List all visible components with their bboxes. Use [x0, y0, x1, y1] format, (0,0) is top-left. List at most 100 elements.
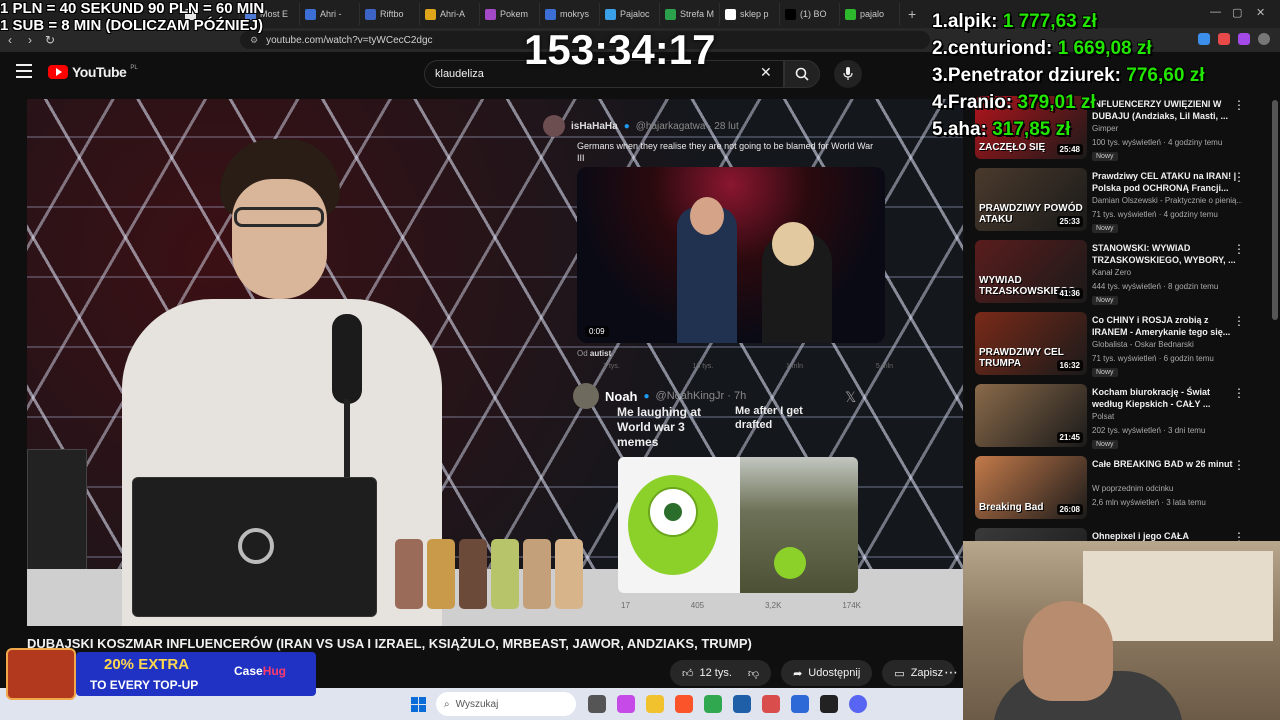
new-tab-icon[interactable]: +	[908, 6, 916, 22]
extension-icon[interactable]	[1238, 33, 1250, 45]
more-options-icon[interactable]: ⋮	[1233, 458, 1245, 472]
task-view-icon[interactable]	[588, 695, 606, 713]
video-title[interactable]: STANOWSKI: WYWIAD TRZASKOWSKIEGO, WYBORY…	[1092, 242, 1242, 266]
video-meta: 202 tys. wyświetleń · 3 dni temu	[1092, 426, 1206, 435]
reload-icon[interactable]: ↻	[40, 33, 60, 47]
windows-start-icon[interactable]	[411, 697, 426, 712]
more-options-icon[interactable]: ⋮	[1233, 98, 1245, 112]
microphone-icon	[843, 67, 853, 80]
leaderboard-row: 3.Penetrator dziurek: 776,60 zł	[932, 62, 1204, 89]
channel-name[interactable]: Globalista - Oskar Bednarski	[1092, 340, 1242, 349]
video-thumbnail[interactable]: PRAWDZIWY CEL TRUMPA 16:32	[975, 312, 1087, 375]
search-value: klaudeliza	[435, 68, 484, 80]
clear-search-icon[interactable]: ✕	[760, 64, 772, 81]
tab-favicon-icon	[785, 8, 796, 20]
browser-tab[interactable]: Strefa M	[660, 3, 720, 25]
app-icon[interactable]	[762, 695, 780, 713]
video-thumbnail[interactable]: Breaking Bad 26:08	[975, 456, 1087, 519]
browser-tab[interactable]: sklep p	[720, 3, 780, 25]
like-button[interactable]: 👍︎ 12 tys. 👎︎	[670, 660, 772, 686]
channel-name[interactable]: Kanał Zero	[1092, 268, 1242, 277]
meme-panel-left	[618, 457, 740, 593]
reply-count: 17	[621, 601, 630, 610]
video-title[interactable]: Całe BREAKING BAD w 26 minut	[1092, 458, 1242, 470]
leaderboard-name: Penetrator dziurek:	[947, 65, 1122, 86]
app-icon[interactable]	[791, 695, 809, 713]
discord-icon[interactable]	[849, 695, 867, 713]
extension-icon[interactable]	[1218, 33, 1230, 45]
new-badge: Nowy	[1092, 296, 1118, 305]
browser-tab[interactable]: Ahri-A	[420, 3, 480, 25]
leaderboard-row: 1.alpik: 1 777,63 zł	[932, 8, 1204, 35]
leaderboard-amount: 379,01 zł	[1017, 92, 1096, 113]
browser-tab[interactable]: pajalo	[840, 3, 900, 25]
file-explorer-icon[interactable]	[646, 695, 664, 713]
bookmark-icon: ▭	[894, 667, 905, 680]
channel-name[interactable]: Polsat	[1092, 412, 1242, 421]
scrollbar[interactable]	[1272, 100, 1278, 320]
person-head	[1023, 601, 1113, 701]
taskbar-search[interactable]: ⌕ Wyszukaj	[436, 692, 576, 716]
maximize-icon[interactable]: ▢	[1232, 6, 1242, 19]
video-player[interactable]: isHaHaHa ● @hajarkagatwa · 28 lut German…	[27, 99, 963, 626]
channel-name[interactable]: W poprzednim odcinku	[1092, 484, 1242, 493]
menu-icon[interactable]	[16, 64, 32, 78]
site-info-icon[interactable]: ⚙	[250, 35, 258, 46]
search-button[interactable]	[784, 60, 820, 88]
more-options-icon[interactable]: ⋯	[944, 664, 958, 681]
obs-icon[interactable]	[820, 695, 838, 713]
profile-icon[interactable]	[1258, 33, 1270, 45]
copilot-icon[interactable]	[617, 695, 635, 713]
browser-tab[interactable]: (1) BO	[780, 3, 840, 25]
back-icon[interactable]: ‹	[0, 33, 20, 47]
video-thumbnail[interactable]: WYWIAD TRZASKOWSKIEGO 41:36	[975, 240, 1087, 303]
video-title[interactable]: Co CHINY i ROSJA zrobią z IRANEM - Amery…	[1092, 314, 1242, 338]
store-icon[interactable]	[733, 695, 751, 713]
tab-favicon-icon	[365, 8, 376, 20]
video-thumbnail[interactable]: PRAWDZIWY POWÓD ATAKU 25:33	[975, 168, 1087, 231]
recommended-video[interactable]: 21:45 Kocham biurokrację - Świat według K…	[975, 384, 1265, 452]
browser-tab[interactable]: Riftbo	[360, 3, 420, 25]
casehug-ad-banner: 20% EXTRA TO EVERY TOP-UP CaseHug	[6, 648, 316, 700]
video-meta: 444 tys. wyświetleń · 8 godzin temu	[1092, 282, 1219, 291]
recommended-video[interactable]: Breaking Bad 26:08 Całe BREAKING BAD w 26 …	[975, 456, 1265, 524]
browser-tab[interactable]: Pajaloc	[600, 3, 660, 25]
tweet-actions: 1 tys. 13 tys. 1 mln 5 mln	[603, 363, 893, 377]
like-count: 1 mln	[785, 363, 804, 370]
forward-icon[interactable]: ›	[20, 33, 40, 47]
recommended-video[interactable]: PRAWDZIWY CEL TRUMPA 16:32 Co CHINY i ROSJ…	[975, 312, 1265, 380]
meme-image	[618, 457, 858, 593]
recommended-video[interactable]: PRAWDZIWY POWÓD ATAKU 25:33 Prawdziwy CEL …	[975, 168, 1265, 236]
voice-search-button[interactable]	[834, 60, 862, 88]
thumbs-down-icon[interactable]: 👎︎	[748, 667, 759, 680]
brand-part: Case	[234, 664, 263, 678]
ad-body: 20% EXTRA TO EVERY TOP-UP CaseHug	[76, 652, 316, 696]
chrome-icon[interactable]	[704, 695, 722, 713]
tweet-card: Noah ● @NoahKingJr · 7h 𝕏 Me laughing at…	[573, 383, 873, 623]
video-thumbnail[interactable]: 21:45	[975, 384, 1087, 447]
share-icon: ➦	[793, 667, 803, 680]
leaderboard-name: Franio:	[947, 92, 1013, 113]
brave-icon[interactable]	[675, 695, 693, 713]
tab-favicon-icon	[485, 8, 496, 20]
close-window-icon[interactable]: ✕	[1256, 6, 1265, 19]
youtube-logo[interactable]: YouTube PL	[48, 64, 138, 80]
more-options-icon[interactable]: ⋮	[1233, 314, 1245, 328]
browser-tab[interactable]: Ahri -	[300, 3, 360, 25]
browser-tab[interactable]: mokrys	[540, 3, 600, 25]
taskbar-search-placeholder: Wyszukaj	[455, 698, 499, 710]
video-title[interactable]: Prawdziwy CEL ATAKU na IRAN! | Polska po…	[1092, 170, 1242, 194]
more-options-icon[interactable]: ⋮	[1233, 242, 1245, 256]
minimize-icon[interactable]: —	[1210, 6, 1221, 18]
video-title[interactable]: Kocham biurokrację - Świat według Kiepsk…	[1092, 386, 1242, 410]
thumbs-up-icon: 👍︎	[682, 667, 694, 680]
more-options-icon[interactable]: ⋮	[1233, 386, 1245, 400]
channel-name[interactable]: Damian Olszewski - Praktycznie o pienią.…	[1092, 196, 1242, 205]
more-options-icon[interactable]: ⋮	[1233, 170, 1245, 184]
jar	[523, 539, 551, 609]
recommended-video[interactable]: WYWIAD TRZASKOWSKIEGO 41:36 STANOWSKI: WYW…	[975, 240, 1265, 308]
source-name: autist	[589, 349, 612, 358]
podcast-microphone	[332, 314, 362, 404]
browser-tab[interactable]: Pokem	[480, 3, 540, 25]
share-button[interactable]: ➦ Udostępnij	[781, 660, 873, 686]
